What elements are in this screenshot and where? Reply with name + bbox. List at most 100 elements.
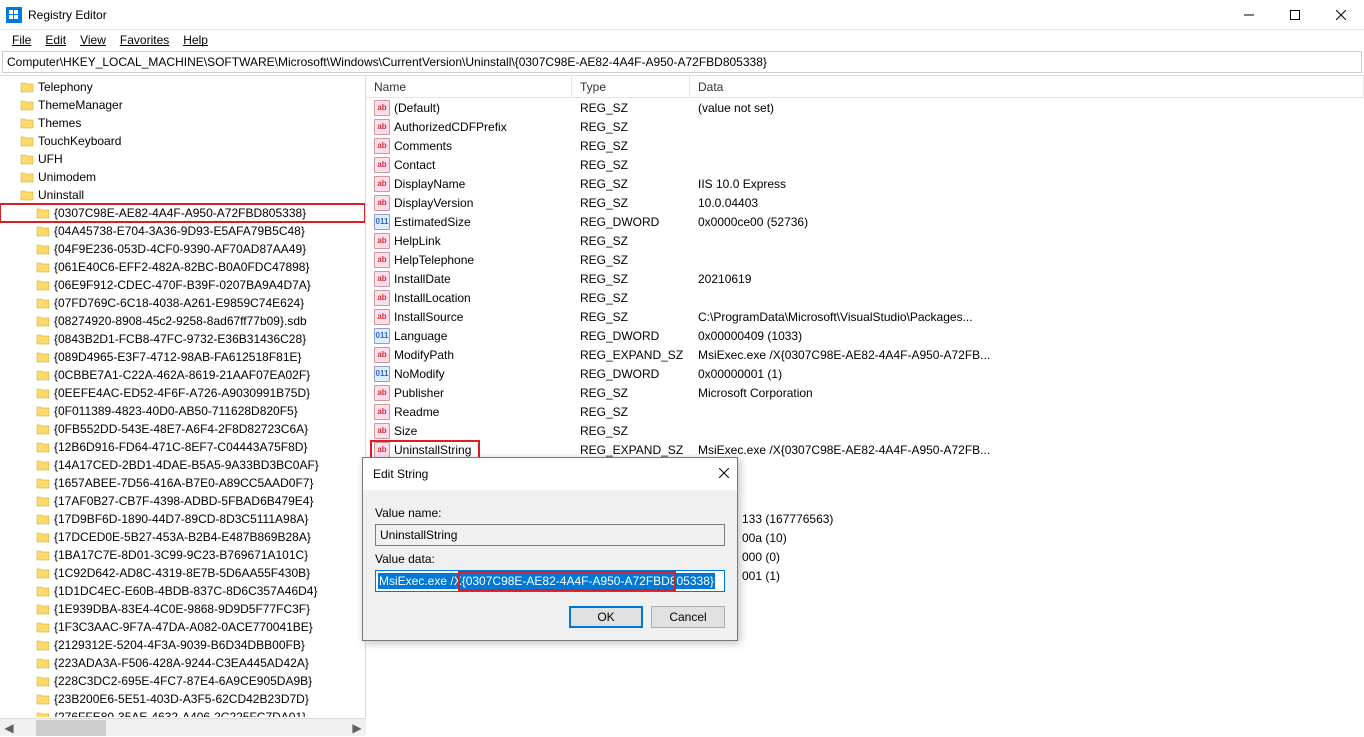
col-header-type[interactable]: Type [572, 76, 690, 97]
cancel-button[interactable]: Cancel [651, 606, 725, 628]
folder-icon [20, 152, 36, 166]
list-row[interactable]: abHelpTelephoneREG_SZ [366, 250, 1364, 269]
binary-value-icon: 011 [374, 214, 390, 230]
tree-item[interactable]: {04A45738-E704-3A36-9D93-E5AFA79B5C48} [0, 222, 365, 240]
tree-item-label: {14A17CED-2BD1-4DAE-B5A5-9A33BD3BC0AF} [54, 458, 319, 472]
tree-item[interactable]: {08274920-8908-45c2-9258-8ad67ff77b09}.s… [0, 312, 365, 330]
tree-item[interactable]: {0FB552DD-543E-48E7-A6F4-2F8D82723C6A} [0, 420, 365, 438]
tree-item[interactable]: {12B6D916-FD64-471C-8EF7-C04443A75F8D} [0, 438, 365, 456]
menu-favorites[interactable]: Favorites [114, 31, 175, 49]
menu-file[interactable]: File [6, 31, 37, 49]
tree-item[interactable]: Uninstall [0, 186, 365, 204]
scroll-thumb[interactable] [36, 720, 106, 736]
value-data-partial: 00a (10) [742, 529, 833, 548]
value-type: REG_SZ [572, 139, 690, 153]
value-data-input[interactable]: MsiExec.exe /X{0307C98E-AE82-4A4F-A950-A… [375, 570, 725, 592]
folder-icon [36, 458, 52, 472]
col-header-data[interactable]: Data [690, 76, 1364, 97]
string-value-icon: ab [374, 290, 390, 306]
tree-item[interactable]: ThemeManager [0, 96, 365, 114]
tree-item[interactable]: {223ADA3A-F506-428A-9244-C3EA445AD42A} [0, 654, 365, 672]
dialog-title-bar[interactable]: Edit String [363, 458, 737, 490]
value-type: REG_SZ [572, 272, 690, 286]
tree-item[interactable]: {1F3C3AAC-9F7A-47DA-A082-0ACE770041BE} [0, 618, 365, 636]
col-header-name[interactable]: Name [366, 76, 572, 97]
tree-item[interactable]: {228C3DC2-695E-4FC7-87E4-6A9CE905DA9B} [0, 672, 365, 690]
tree-item[interactable]: {1E939DBA-83E4-4C0E-9868-9D9D5F77FC3F} [0, 600, 365, 618]
dialog-close-button[interactable] [699, 467, 729, 481]
tree-item-label: {07FD769C-6C18-4038-A261-E9859C74E624} [54, 296, 304, 310]
list-row[interactable]: 011NoModifyREG_DWORD0x00000001 (1) [366, 364, 1364, 383]
list-row[interactable]: abInstallDateREG_SZ20210619 [366, 269, 1364, 288]
list-row[interactable]: abReadmeREG_SZ [366, 402, 1364, 421]
minimize-button[interactable] [1226, 0, 1272, 30]
tree-item-label: Unimodem [38, 170, 96, 184]
menu-edit[interactable]: Edit [39, 31, 72, 49]
address-bar[interactable]: Computer\HKEY_LOCAL_MACHINE\SOFTWARE\Mic… [2, 51, 1362, 73]
list-row[interactable]: abContactREG_SZ [366, 155, 1364, 174]
string-value-icon: ab [374, 176, 390, 192]
tree-item[interactable]: TouchKeyboard [0, 132, 365, 150]
tree-item[interactable]: {061E40C6-EFF2-482A-82BC-B0A0FDC47898} [0, 258, 365, 276]
ok-button[interactable]: OK [569, 606, 643, 628]
folder-icon [36, 350, 52, 364]
tree-item[interactable]: Unimodem [0, 168, 365, 186]
list-row[interactable]: abAuthorizedCDFPrefixREG_SZ [366, 117, 1364, 136]
tree-item[interactable]: {07FD769C-6C18-4038-A261-E9859C74E624} [0, 294, 365, 312]
tree-item[interactable]: {2129312E-5204-4F3A-9039-B6D34DBB00FB} [0, 636, 365, 654]
list-row[interactable]: 011EstimatedSizeREG_DWORD0x0000ce00 (527… [366, 212, 1364, 231]
menu-help[interactable]: Help [177, 31, 214, 49]
tree-item[interactable]: {0CBBE7A1-C22A-462A-8619-21AAF07EA02F} [0, 366, 365, 384]
list-row[interactable]: abDisplayVersionREG_SZ10.0.04403 [366, 193, 1364, 212]
tree-item-label: {0F011389-4823-40D0-AB50-711628D820F5} [54, 404, 298, 418]
folder-icon [36, 386, 52, 400]
list-row[interactable]: abHelpLinkREG_SZ [366, 231, 1364, 250]
tree-item[interactable]: UFH [0, 150, 365, 168]
list-row[interactable]: abInstallSourceREG_SZC:\ProgramData\Micr… [366, 307, 1364, 326]
list-row[interactable]: abDisplayNameREG_SZIIS 10.0 Express [366, 174, 1364, 193]
list-row[interactable]: ab(Default)REG_SZ(value not set) [366, 98, 1364, 117]
tree-item[interactable]: {17DCED0E-5B27-453A-B2B4-E487B869B28A} [0, 528, 365, 546]
tree-item[interactable]: {04F9E236-053D-4CF0-9390-AF70AD87AA49} [0, 240, 365, 258]
tree-item-label: ThemeManager [38, 98, 123, 112]
value-type: REG_SZ [572, 177, 690, 191]
tree-item[interactable]: {1657ABEE-7D56-416A-B7E0-A89CC5AAD0F7} [0, 474, 365, 492]
tree-item[interactable]: {0EEFE4AC-ED52-4F6F-A726-A9030991B75D} [0, 384, 365, 402]
tree-item[interactable]: Telephony [0, 78, 365, 96]
value-name-input[interactable] [375, 524, 725, 546]
list-row[interactable]: abSizeREG_SZ [366, 421, 1364, 440]
tree-item[interactable]: {1C92D642-AD8C-4319-8E7B-5D6AA55F430B} [0, 564, 365, 582]
tree-item[interactable]: {089D4965-E3F7-4712-98AB-FA612518F81E} [0, 348, 365, 366]
menu-view[interactable]: View [74, 31, 112, 49]
tree-item[interactable]: {06E9F912-CDEC-470F-B39F-0207BA9A4D7A} [0, 276, 365, 294]
value-name: Readme [394, 405, 439, 419]
tree-item[interactable]: Themes [0, 114, 365, 132]
tree-item[interactable]: {23B200E6-5E51-403D-A3F5-62CD42B23D7D} [0, 690, 365, 708]
tree-item[interactable]: {1BA17C7E-8D01-3C99-9C23-B769671A101C} [0, 546, 365, 564]
list-row[interactable]: abPublisherREG_SZMicrosoft Corporation [366, 383, 1364, 402]
maximize-button[interactable] [1272, 0, 1318, 30]
list-row[interactable]: 011LanguageREG_DWORD0x00000409 (1033) [366, 326, 1364, 345]
tree-horizontal-scrollbar[interactable]: ◀ ▶ [0, 718, 366, 736]
tree-item[interactable]: {0307C98E-AE82-4A4F-A950-A72FBD805338} [0, 204, 365, 222]
tree-item[interactable]: {17D9BF6D-1890-44D7-89CD-8D3C5111A98A} [0, 510, 365, 528]
value-type: REG_SZ [572, 310, 690, 324]
tree-item[interactable]: {17AF0B27-CB7F-4398-ADBD-5FBAD6B479E4} [0, 492, 365, 510]
tree-item[interactable]: {0843B2D1-FCB8-47FC-9732-E36B31436C28} [0, 330, 365, 348]
close-button[interactable] [1318, 0, 1364, 30]
tree-item[interactable]: {14A17CED-2BD1-4DAE-B5A5-9A33BD3BC0AF} [0, 456, 365, 474]
value-name: Contact [394, 158, 435, 172]
list-row[interactable]: abModifyPathREG_EXPAND_SZMsiExec.exe /X{… [366, 345, 1364, 364]
tree-item[interactable]: {276FFE80-35AE-4632-A406-2C225FC7DA01} [0, 708, 365, 717]
tree-pane[interactable]: Telephony ThemeManager ThemesTouchKeyboard… [0, 76, 366, 717]
string-value-icon: ab [374, 252, 390, 268]
scroll-left-icon[interactable]: ◀ [0, 719, 18, 737]
tree-item-label: {223ADA3A-F506-428A-9244-C3EA445AD42A} [54, 656, 309, 670]
list-row[interactable]: abCommentsREG_SZ [366, 136, 1364, 155]
scroll-right-icon[interactable]: ▶ [348, 719, 366, 737]
tree-item-label: {1E939DBA-83E4-4C0E-9868-9D9D5F77FC3F} [54, 602, 310, 616]
list-row[interactable]: abInstallLocationREG_SZ [366, 288, 1364, 307]
tree-item[interactable]: {0F011389-4823-40D0-AB50-711628D820F5} [0, 402, 365, 420]
tree-item-label: {0FB552DD-543E-48E7-A6F4-2F8D82723C6A} [54, 422, 308, 436]
tree-item[interactable]: {1D1DC4EC-E60B-4BDB-837C-8D6C357A46D4} [0, 582, 365, 600]
